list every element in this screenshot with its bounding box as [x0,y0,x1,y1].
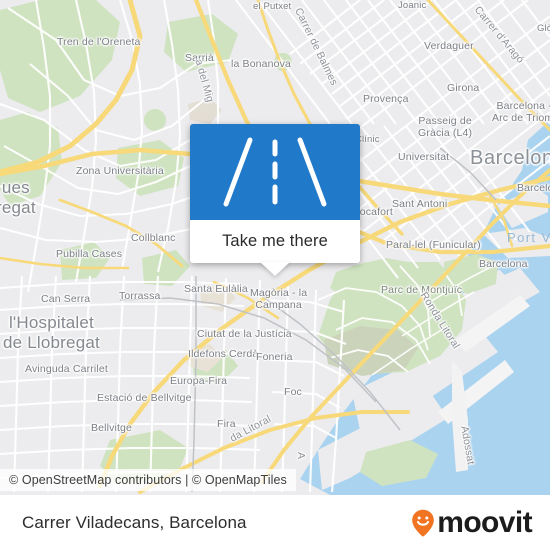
card-pointer-tail [260,262,290,276]
page-title: Carrer Viladecans, Barcelona [22,512,247,532]
moovit-logo[interactable]: moovit [411,505,533,539]
screenshot-root: Tren de l'Oreneta el Putxet Joanic Sarrià la… [0,0,550,550]
map-viewport[interactable]: Tren de l'Oreneta el Putxet Joanic Sarrià la… [0,0,550,495]
take-me-there-button[interactable]: Take me there [190,220,360,263]
smiling-map-pin-icon [411,509,435,537]
moovit-wordmark: moovit [437,505,532,539]
map-attribution[interactable]: © OpenStreetMap contributors | © OpenMap… [0,469,296,491]
take-me-there-card[interactable]: Take me there [190,124,360,263]
card-image-panel [190,124,360,220]
footer-bar: Carrer Viladecans, Barcelona moovit [0,495,550,550]
road-perspective-icon [223,137,327,207]
